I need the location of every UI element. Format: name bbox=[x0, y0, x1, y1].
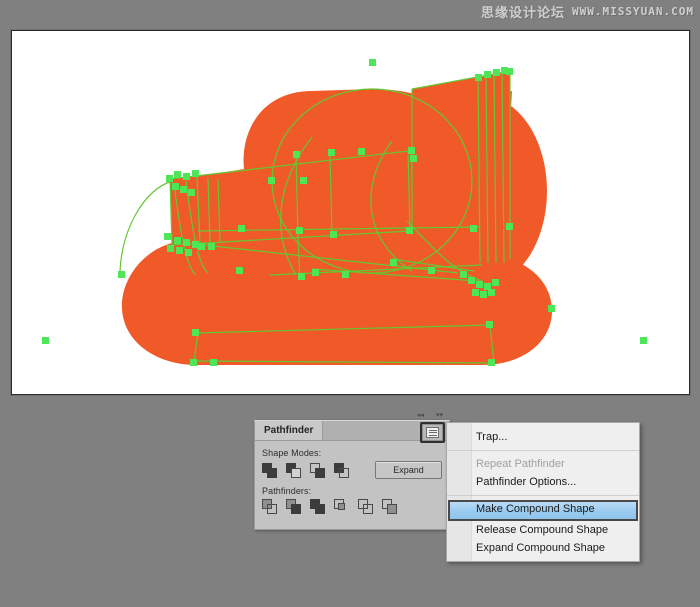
tab-pathfinder[interactable]: Pathfinder bbox=[255, 421, 324, 440]
pathfinder-panel[interactable]: ◂◂ ▾▾ Pathfinder Shape Modes: Expand Pat… bbox=[254, 412, 450, 530]
menu-item-expand-compound-shape[interactable]: Expand Compound Shape bbox=[447, 539, 639, 557]
panel-collapse-arrows[interactable]: ◂◂ ▾▾ bbox=[417, 411, 443, 420]
menu-item-make-compound-shape[interactable]: Make Compound Shape bbox=[448, 500, 638, 521]
menu-separator-2 bbox=[447, 495, 639, 496]
intersect-icon[interactable] bbox=[310, 462, 325, 478]
watermark: 思缘设计论坛 WWW.MISSYUAN.COM bbox=[481, 2, 694, 21]
menu-item-repeat-pathfinder: Repeat Pathfinder bbox=[476, 458, 565, 470]
divide-icon[interactable] bbox=[262, 499, 277, 514]
watermark-url-text: WWW.MISSYUAN.COM bbox=[572, 5, 694, 18]
minus-front-icon[interactable] bbox=[286, 462, 301, 478]
shape-modes-row[interactable]: Expand bbox=[262, 461, 442, 479]
trim-icon[interactable] bbox=[286, 499, 301, 514]
panel-tab-bar[interactable]: Pathfinder bbox=[255, 421, 449, 443]
exclude-icon[interactable] bbox=[334, 462, 349, 478]
menu-separator-1 bbox=[447, 450, 639, 451]
panel-body: Shape Modes: Expand Pathfinders: bbox=[255, 441, 449, 514]
crop-icon[interactable] bbox=[334, 499, 349, 514]
unite-icon[interactable] bbox=[262, 462, 277, 478]
pathfinders-row[interactable] bbox=[262, 499, 442, 514]
shape-modes-label: Shape Modes: bbox=[262, 448, 322, 458]
panel-menu-icon[interactable] bbox=[420, 422, 445, 443]
minus-back-icon[interactable] bbox=[382, 499, 397, 514]
hamburger-bars-icon bbox=[426, 427, 439, 438]
double-arrow-left-icon[interactable]: ◂◂ bbox=[417, 412, 424, 419]
menu-item-trap[interactable]: Trap... bbox=[447, 428, 639, 446]
illustrator-artboard[interactable] bbox=[11, 30, 690, 395]
double-arrow-right-icon[interactable]: ▾▾ bbox=[436, 412, 443, 419]
merge-icon[interactable] bbox=[310, 499, 325, 514]
menu-item-pathfinder-options[interactable]: Pathfinder Options... bbox=[447, 473, 639, 491]
pathfinders-label: Pathfinders: bbox=[262, 486, 312, 496]
watermark-cn-text: 思缘设计论坛 bbox=[481, 6, 566, 21]
pathfinder-panel-menu[interactable]: Trap... Repeat Pathfinder Pathfinder Opt… bbox=[446, 422, 640, 562]
cloud-artwork[interactable] bbox=[12, 31, 687, 392]
outline-icon[interactable] bbox=[358, 499, 373, 514]
expand-button[interactable]: Expand bbox=[375, 461, 442, 479]
menu-item-release-compound-shape[interactable]: Release Compound Shape bbox=[447, 521, 639, 539]
